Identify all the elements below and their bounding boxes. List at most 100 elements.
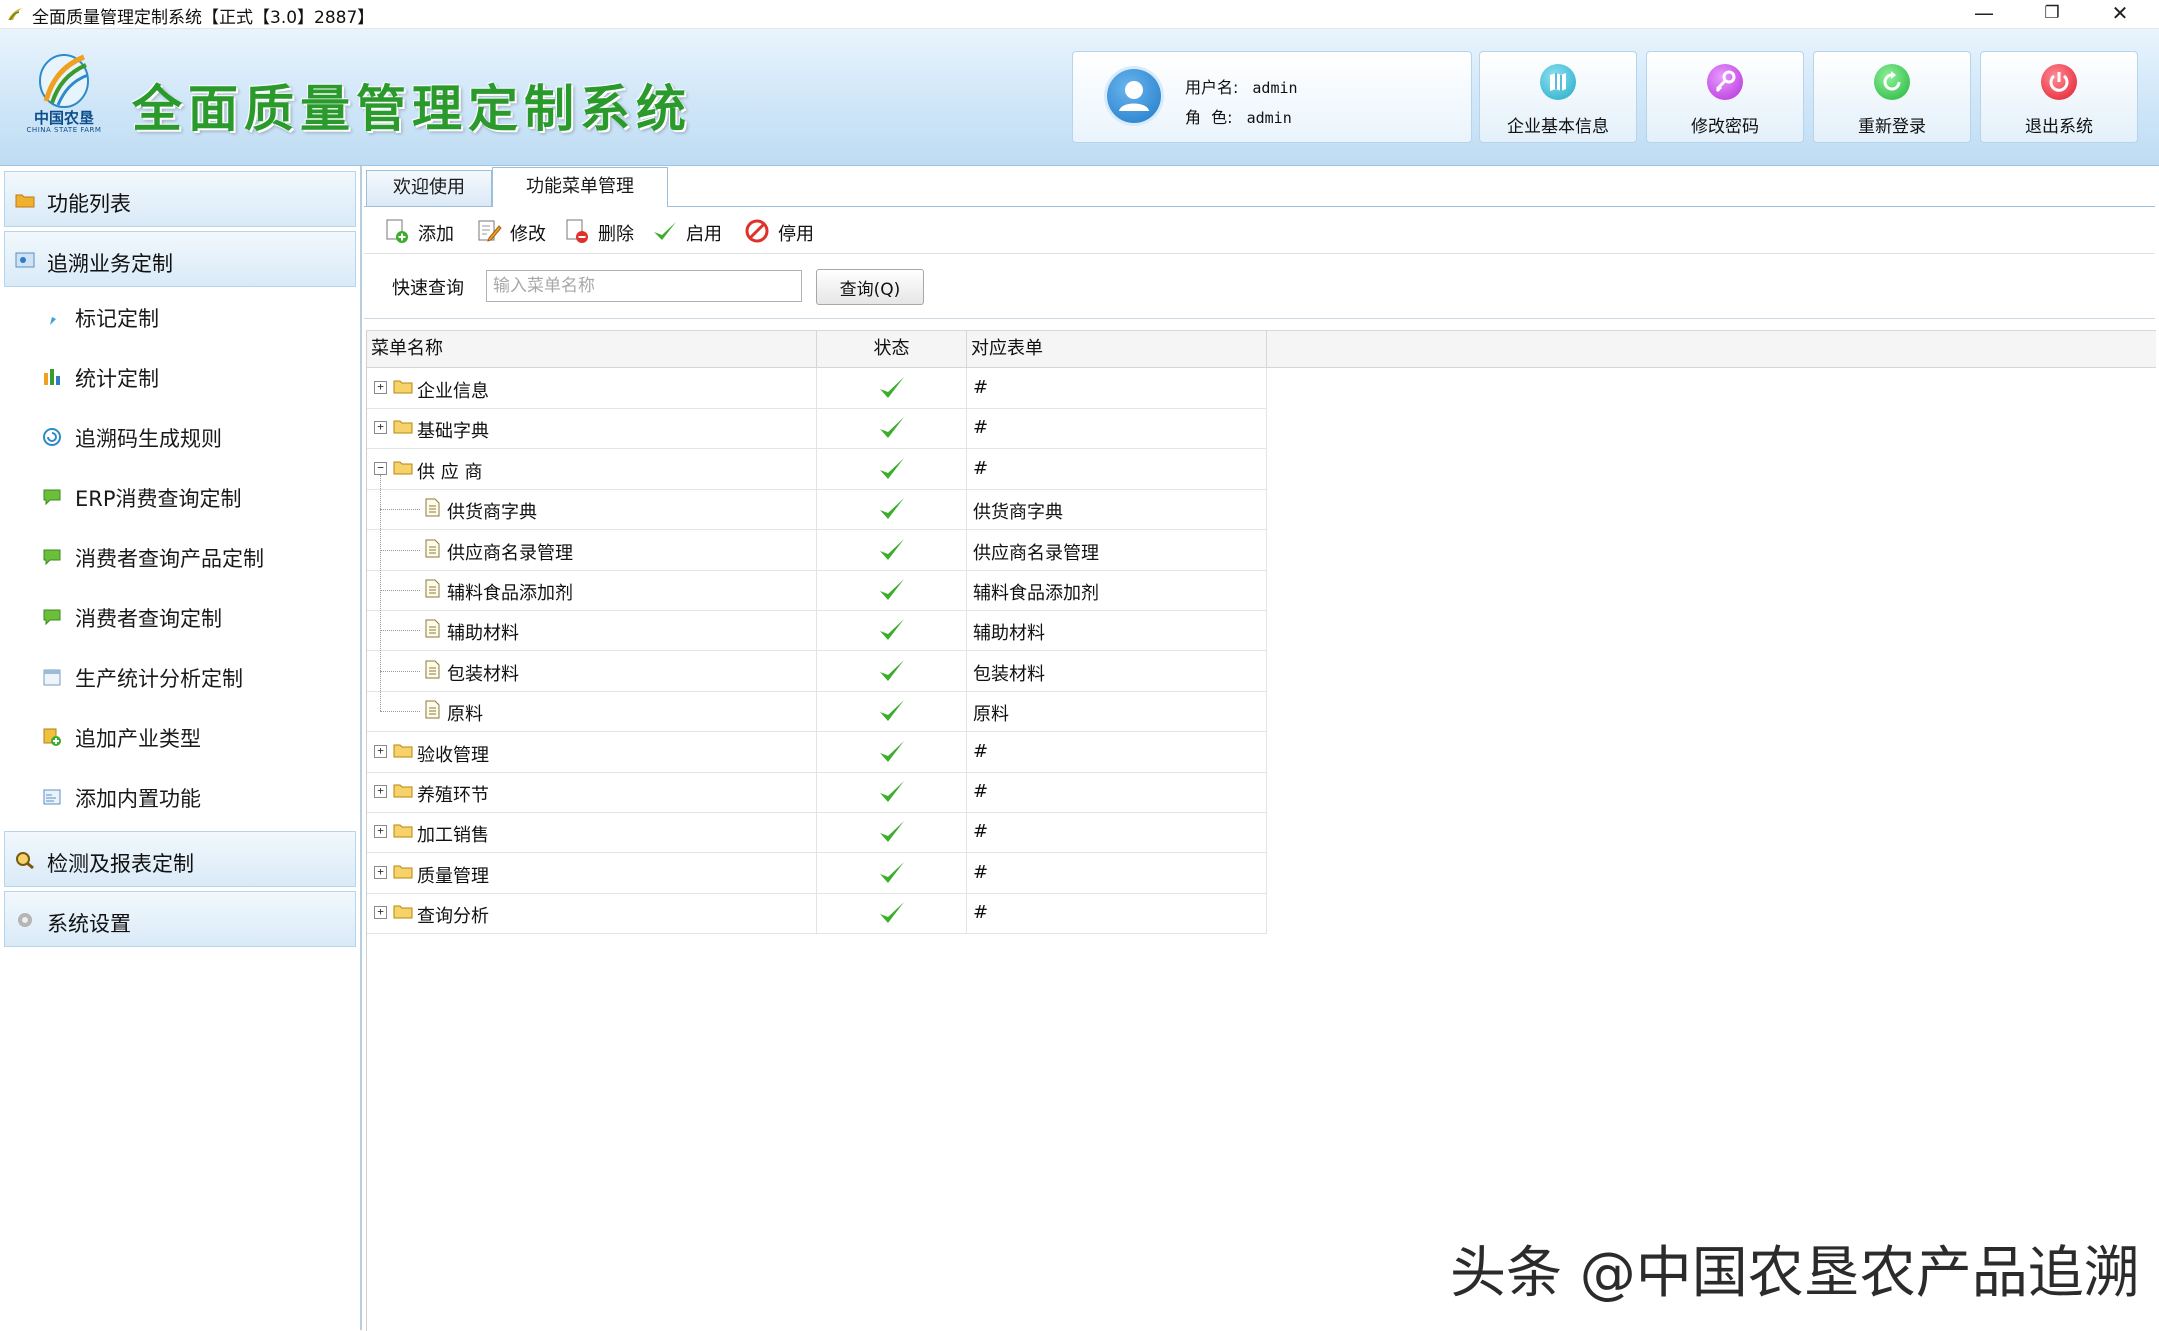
column-header-form[interactable]: 对应表单 [967, 331, 1267, 367]
folder-icon [393, 461, 413, 475]
sidebar-item-statistics-custom[interactable]: 统计定制 [0, 351, 356, 403]
table-row[interactable]: + 加工销售 # [367, 812, 1267, 854]
sidebar-group-function-list[interactable]: 功能列表 [4, 171, 356, 227]
tab-welcome[interactable]: 欢迎使用 [366, 170, 492, 206]
form-cell: # [967, 368, 1267, 408]
sidebar-group-system-settings[interactable]: 系统设置 [4, 891, 356, 947]
menu-name-text: 辅助材料 [447, 623, 519, 645]
settings-icon [15, 252, 35, 268]
table-row[interactable]: + 企业信息 # [367, 368, 1267, 409]
menu-name-text: 质量管理 [417, 865, 489, 887]
tree-connector [380, 509, 420, 511]
table-row[interactable]: + 验收管理 # [367, 731, 1267, 773]
username-row: 用户名: admin [1185, 74, 1298, 98]
sidebar-item-erp-query[interactable]: ERP消费查询定制 [0, 471, 356, 523]
menu-name-search-input[interactable] [486, 270, 802, 302]
table-row[interactable]: 包装材料 包装材料 [367, 650, 1267, 692]
minimize-button[interactable]: — [1956, 0, 2012, 28]
sidebar-item-add-builtin-function[interactable]: 添加内置功能 [0, 771, 356, 823]
check-icon [880, 902, 904, 924]
table-row[interactable]: + 查询分析 # [367, 893, 1267, 935]
check-icon [880, 538, 904, 560]
table-row[interactable]: 辅助材料 辅助材料 [367, 610, 1267, 652]
relogin-button[interactable]: 重新登录 [1813, 51, 1971, 143]
status-cell [817, 368, 967, 408]
table-row[interactable]: + 质量管理 # [367, 852, 1267, 894]
expand-toggle[interactable]: + [374, 906, 387, 920]
window-title: 全面质量管理定制系统【正式【3.0】2887】 [32, 8, 375, 28]
folder-icon [393, 744, 413, 758]
sidebar-group-label: 追溯业务定制 [47, 252, 173, 276]
bar-chart-icon [44, 369, 60, 385]
query-button[interactable]: 查询(Q) [816, 269, 924, 305]
status-cell [817, 650, 967, 691]
menu-name-cell: 辅助材料 [367, 610, 817, 651]
menu-name-cell: 供应商名录管理 [367, 529, 817, 570]
table-row[interactable]: − 供 应 商 # [367, 448, 1267, 490]
column-header-status[interactable]: 状态 [817, 331, 967, 367]
change-password-button[interactable]: 修改密码 [1646, 51, 1804, 143]
maximize-button[interactable]: ❐ [2024, 0, 2080, 28]
status-cell [817, 812, 967, 853]
sidebar-group-trace-business[interactable]: 追溯业务定制 [4, 231, 356, 287]
column-header-menu-name[interactable]: 菜单名称 [367, 331, 817, 367]
change-password-label: 修改密码 [1691, 117, 1759, 137]
power-icon [2041, 64, 2077, 100]
table-row[interactable]: 原料 原料 [367, 691, 1267, 733]
exit-system-button[interactable]: 退出系统 [1980, 51, 2138, 143]
form-cell: # [967, 408, 1267, 449]
user-avatar-icon [1107, 69, 1161, 123]
tree-connector [380, 670, 420, 672]
disable-label: 停用 [778, 224, 814, 245]
status-cell [817, 852, 967, 893]
company-logo: 中国农垦 CHINA STATE FARM [22, 51, 106, 141]
sidebar-item-production-analysis[interactable]: 生产统计分析定制 [0, 651, 356, 703]
tree-connector [380, 590, 420, 591]
check-icon [654, 222, 676, 240]
expand-toggle[interactable]: + [374, 785, 387, 798]
expand-toggle[interactable]: + [374, 381, 387, 394]
key-icon [1707, 64, 1743, 100]
expand-toggle[interactable]: + [374, 825, 387, 839]
sidebar-item-add-industry-type[interactable]: 追加产业类型 [0, 711, 356, 763]
expand-toggle[interactable]: + [374, 865, 387, 879]
menu-name-cell: − 供 应 商 [367, 448, 817, 489]
quick-search-label: 快速查询 [392, 278, 464, 299]
table-row[interactable]: + 基础字典 # [367, 408, 1267, 450]
table-row[interactable]: + 养殖环节 # [367, 772, 1267, 813]
close-button[interactable]: ✕ [2092, 0, 2148, 28]
check-icon [880, 700, 904, 722]
sidebar-group-label: 功能列表 [47, 192, 131, 216]
tab-menu-management[interactable]: 功能菜单管理 [492, 167, 668, 207]
form-text: 供货商字典 [973, 502, 1063, 524]
tree-connector [380, 549, 420, 551]
grid-header: 菜单名称 状态 对应表单 [367, 331, 2156, 368]
check-icon [880, 579, 904, 600]
sidebar-item-consumer-product-query[interactable]: 消费者查询产品定制 [0, 531, 356, 583]
role-label: 角 色: [1185, 108, 1233, 127]
sidebar-item-trace-code-rule[interactable]: 追溯码生成规则 [0, 411, 356, 463]
sidebar-item-consumer-query[interactable]: 消费者查询定制 [0, 591, 356, 643]
company-info-button[interactable]: 企业基本信息 [1479, 51, 1637, 143]
status-cell [817, 772, 967, 812]
form-text: # [973, 417, 989, 439]
table-row[interactable]: 供货商字典 供货商字典 [367, 489, 1267, 531]
menu-tree-grid: 菜单名称 状态 对应表单 + 企业信息 # + 基础字典 # − 供 应 商 # 供货商字典 供货商… [366, 330, 2156, 1331]
menu-name-cell: + 加工销售 [367, 812, 817, 853]
sidebar-item-marker-custom[interactable]: 标记定制 [0, 291, 356, 343]
expand-toggle[interactable]: + [374, 744, 387, 758]
logo-text: 中国农垦 [33, 109, 94, 127]
document-icon [425, 579, 440, 598]
collapse-toggle[interactable]: − [374, 461, 387, 475]
edit-label: 修改 [510, 224, 546, 245]
sidebar-group-inspection-report[interactable]: 检测及报表定制 [4, 831, 356, 887]
expand-toggle[interactable]: + [374, 421, 387, 435]
menu-name-text: 基础字典 [417, 421, 489, 443]
table-row[interactable]: 辅料食品添加剂 辅料食品添加剂 [367, 570, 1267, 611]
table-row[interactable]: 供应商名录管理 供应商名录管理 [367, 529, 1267, 571]
status-cell [817, 893, 967, 934]
map-icon [1540, 64, 1576, 100]
folder-icon [393, 784, 413, 798]
form-text: 辅料食品添加剂 [973, 583, 1099, 604]
form-cell: 辅助材料 [967, 610, 1267, 651]
